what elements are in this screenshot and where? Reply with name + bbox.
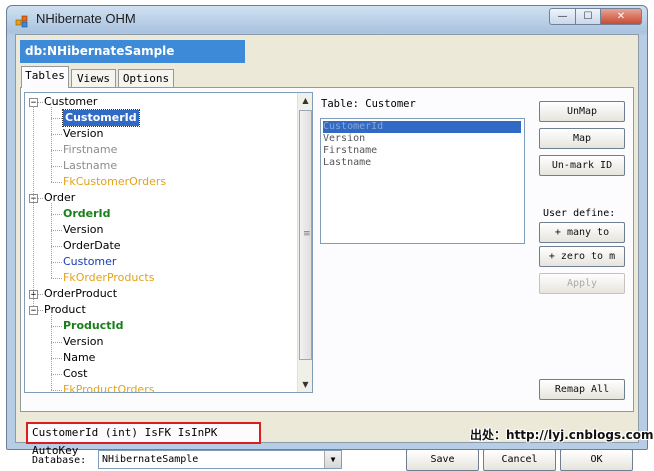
tree-column-node[interactable]: Firstname [63, 142, 117, 158]
user-define-label: User define: [543, 208, 616, 219]
zero-to-m-button[interactable]: + zero to m [539, 246, 625, 267]
close-button[interactable]: ✕ [600, 8, 642, 25]
tree-column-node[interactable]: OrderId [63, 206, 111, 222]
database-select[interactable]: NHibernateSample ▼ [98, 450, 342, 469]
tree-connector [51, 246, 62, 247]
window-title: NHibernate OHM [36, 11, 136, 26]
tab-views[interactable]: Views [71, 69, 116, 87]
selected-table-label: Table: Customer [321, 98, 416, 110]
database-label: Database: [32, 455, 87, 466]
tree-connector [51, 150, 62, 151]
tree-column-node[interactable]: CustomerId [62, 109, 140, 127]
tree-table-node[interactable]: Order [44, 190, 75, 206]
tree-connector [33, 106, 34, 306]
tree-column-node[interactable]: Cost [63, 366, 87, 382]
tree-column-node[interactable]: OrderDate [63, 238, 121, 254]
tree-connector [38, 102, 43, 103]
tree-connector [38, 310, 43, 311]
db-banner: db:NHibernateSample driver:SQL [20, 40, 245, 81]
column-item-lastname[interactable]: Lastname [323, 157, 521, 169]
save-button[interactable]: Save [406, 449, 479, 471]
tree-column-node[interactable]: Name [63, 350, 95, 366]
tree-column-node[interactable]: Customer [63, 254, 116, 270]
dropdown-arrow-icon[interactable]: ▼ [324, 451, 341, 468]
tab-options[interactable]: Options [118, 69, 174, 87]
client-area: db:NHibernateSample driver:SQL Tables Vi… [15, 34, 639, 471]
tree-column-node[interactable]: Lastname [63, 158, 117, 174]
tree-connector [51, 107, 52, 182]
tree-connector [51, 262, 62, 263]
tree-column-node[interactable]: Version [63, 222, 103, 238]
tree-connector [51, 166, 62, 167]
scroll-up-arrow-icon[interactable]: ▲ [298, 93, 312, 108]
tree-connector [51, 342, 62, 343]
tree-connector [51, 203, 52, 278]
tree-connector [51, 278, 62, 279]
tree-connector [51, 230, 62, 231]
table-tree[interactable]: − Customer CustomerId Version Firstname Lastn… [24, 92, 313, 393]
tree-connector [51, 134, 62, 135]
tree-table-node[interactable]: OrderProduct [44, 286, 117, 302]
cancel-button[interactable]: Cancel [483, 449, 556, 471]
tree-vertical-scrollbar[interactable]: ▲ ≡ ▼ [297, 93, 312, 392]
scroll-thumb[interactable]: ≡ [299, 110, 312, 360]
tab-tables[interactable]: Tables [21, 66, 69, 88]
column-info-status: CustomerId (int) IsFK IsInPK AutoKey [26, 422, 261, 457]
unmark-id-button[interactable]: Un-mark ID [539, 155, 625, 176]
tree-connector [51, 390, 62, 391]
minimize-button[interactable]: — [549, 8, 576, 25]
ok-button[interactable]: OK [560, 449, 633, 471]
tree-connector [38, 294, 43, 295]
app-window: NHibernate OHM — ☐ ✕ db:NHibernateSample… [6, 5, 648, 471]
tree-expander-icon[interactable]: − [29, 306, 38, 316]
tree-column-node[interactable]: FkOrderProducts [63, 270, 154, 286]
tree-connector [51, 326, 62, 327]
grip-icon: ≡ [303, 229, 311, 239]
tree-connector [51, 358, 62, 359]
title-bar[interactable]: NHibernate OHM — ☐ ✕ [7, 6, 647, 34]
unmap-button[interactable]: UnMap [539, 101, 625, 122]
columns-listbox[interactable]: CustomerId Version Firstname Lastname [320, 118, 525, 244]
tree-connector [51, 214, 62, 215]
database-selected-value: NHibernateSample [102, 454, 199, 465]
tree-connector [51, 182, 62, 183]
column-item-version[interactable]: Version [323, 133, 521, 145]
column-item-firstname[interactable]: Firstname [323, 145, 521, 157]
tables-tab-page: − Customer CustomerId Version Firstname Lastn… [20, 87, 634, 412]
tree-column-node[interactable]: FkProductOrders [63, 382, 154, 392]
tree-table-node[interactable]: Customer [44, 94, 97, 110]
app-icon [15, 15, 28, 28]
scroll-down-arrow-icon[interactable]: ▼ [298, 377, 312, 392]
source-watermark: 出处：http://lyj.cnblogs.com [470, 428, 654, 442]
tree-connector [38, 198, 43, 199]
tree-column-node[interactable]: Version [63, 126, 103, 142]
tree-column-node[interactable]: ProductId [63, 318, 124, 334]
maximize-button[interactable]: ☐ [575, 8, 601, 25]
tree-connector [51, 118, 62, 119]
apply-button[interactable]: Apply [539, 273, 625, 294]
tree-column-node[interactable]: FkCustomerOrders [63, 174, 166, 190]
remap-all-button[interactable]: Remap All [539, 379, 625, 400]
many-to-button[interactable]: + many to [539, 222, 625, 243]
tree-connector [51, 374, 62, 375]
tree-connector [51, 315, 52, 390]
column-item-customerid[interactable]: CustomerId [323, 121, 521, 133]
map-button[interactable]: Map [539, 128, 625, 149]
tree-column-node[interactable]: Version [63, 334, 103, 350]
